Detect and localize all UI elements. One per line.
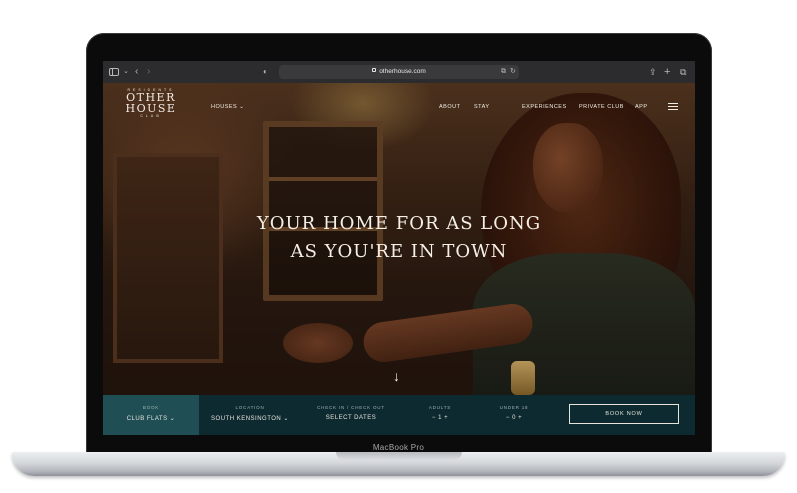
- nav-stay[interactable]: STAY: [474, 104, 490, 110]
- logo-bottom-text: CLUB: [140, 114, 162, 118]
- nav-houses-dropdown[interactable]: HOUSES ⌄: [211, 104, 244, 110]
- browser-window: ⌄ ‹ › ◐ otherhouse.com ⧉ ↻ ⇪ + ⧉ RESIDEN…: [103, 61, 695, 435]
- adults-stepper[interactable]: ADULTS − 1 +: [413, 395, 467, 435]
- booking-bar: BOOK CLUB FLATS ⌄ LOCATION SOUTH KENSING…: [103, 395, 695, 435]
- tab-overview-icon[interactable]: ⧉: [680, 65, 686, 79]
- nav-private-club[interactable]: PRIVATE CLUB: [579, 104, 624, 110]
- forward-icon[interactable]: ›: [147, 65, 150, 79]
- url-text: otherhouse.com: [379, 68, 426, 75]
- reload-icon[interactable]: ↻: [510, 65, 516, 79]
- share-icon[interactable]: ⇪: [649, 65, 657, 79]
- browser-toolbar: ⌄ ‹ › ◐ otherhouse.com ⧉ ↻ ⇪ + ⧉: [103, 61, 695, 84]
- laptop-notch: [336, 452, 462, 460]
- book-type-label: BOOK: [142, 405, 160, 410]
- book-now-button[interactable]: BOOK NOW: [569, 404, 679, 424]
- logo-line2: HOUSE: [125, 102, 177, 115]
- location-label: LOCATION: [235, 405, 265, 410]
- dates-value: SELECT DATES: [325, 415, 377, 421]
- privacy-shield-icon[interactable]: ◐: [263, 65, 268, 79]
- sidebar-toggle-icon[interactable]: [109, 68, 119, 76]
- device-label: MacBook Pro: [372, 443, 425, 452]
- chevron-down-icon[interactable]: ⌄: [123, 65, 129, 79]
- hero-headline-line1: YOUR HOME FOR AS LONG: [256, 213, 542, 234]
- under18-label: UNDER 18: [499, 405, 529, 410]
- nav-about[interactable]: ABOUT: [439, 104, 460, 110]
- hero-overlay: [103, 83, 695, 395]
- book-type-select[interactable]: BOOK CLUB FLATS ⌄: [103, 395, 199, 435]
- location-select[interactable]: LOCATION SOUTH KENSINGTON ⌄: [203, 395, 297, 435]
- under18-stepper[interactable]: UNDER 18 − 0 +: [487, 395, 541, 435]
- site-logo[interactable]: RESIDENTS OTHER HOUSE CLUB: [113, 88, 189, 118]
- new-tab-icon[interactable]: +: [664, 65, 670, 79]
- menu-icon[interactable]: [668, 103, 678, 110]
- location-value: SOUTH KENSINGTON ⌄: [211, 416, 289, 422]
- back-icon[interactable]: ‹: [135, 65, 138, 79]
- translate-icon[interactable]: ⧉: [501, 65, 506, 79]
- hero-headline-line2: AS YOU'RE IN TOWN: [290, 241, 508, 262]
- adults-label: ADULTS: [428, 405, 452, 410]
- adults-value: − 1 +: [431, 415, 449, 421]
- dates-label: CHECK IN / CHECK OUT: [317, 405, 385, 410]
- address-bar[interactable]: otherhouse.com: [279, 65, 519, 79]
- hero-section: RESIDENTS OTHER HOUSE CLUB HOUSES ⌄ ABOU…: [103, 83, 695, 395]
- under18-value: − 0 +: [505, 415, 523, 421]
- nav-app[interactable]: APP: [635, 104, 648, 110]
- dates-picker[interactable]: CHECK IN / CHECK OUT SELECT DATES: [309, 395, 393, 435]
- nav-experiences[interactable]: EXPERIENCES: [522, 104, 567, 110]
- lock-icon: [372, 68, 377, 73]
- scroll-down-icon[interactable]: ↓: [393, 369, 400, 383]
- book-type-value: CLUB FLATS ⌄: [126, 416, 176, 422]
